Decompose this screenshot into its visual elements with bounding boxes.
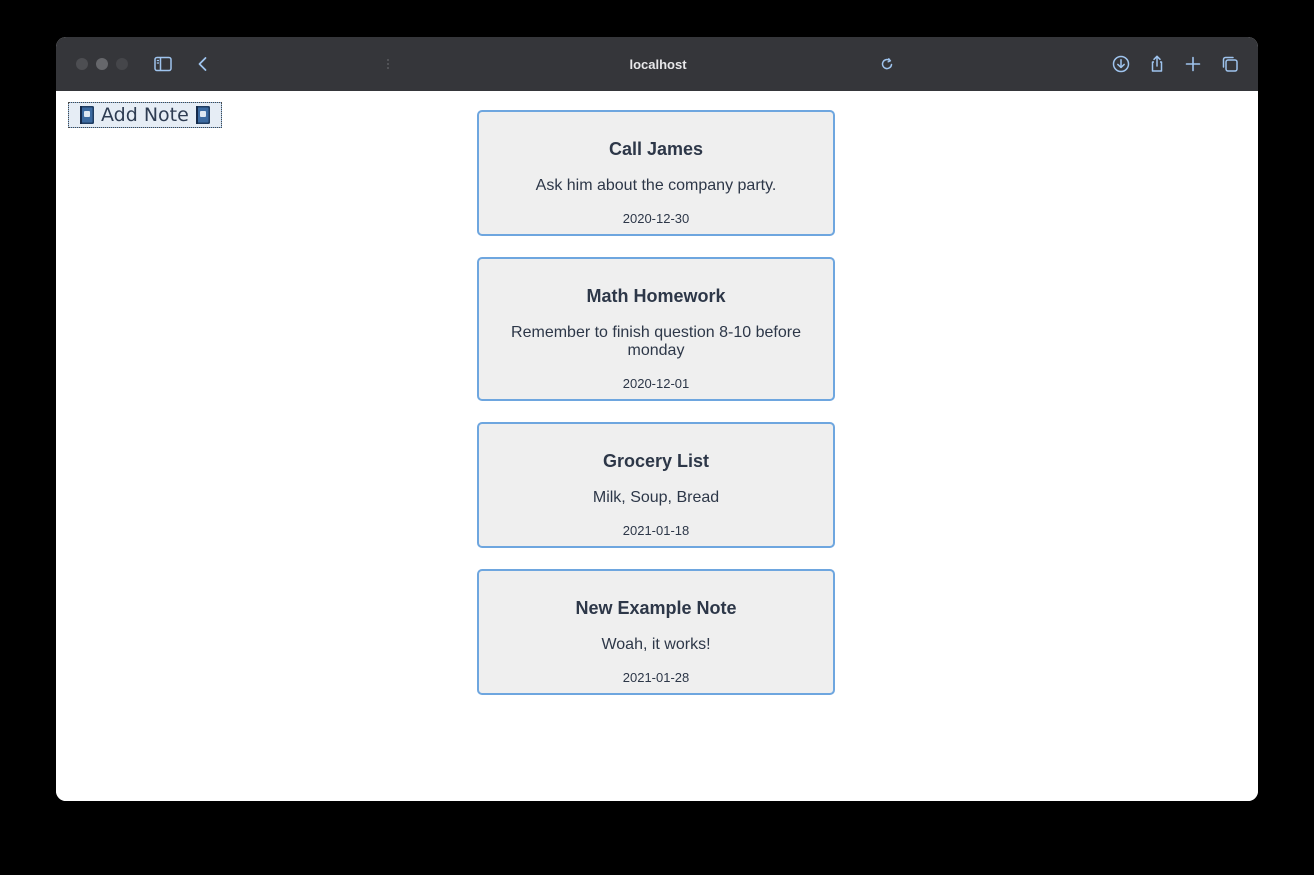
note-title: Call James: [608, 139, 704, 159]
note-date: 2021-01-18: [622, 523, 690, 538]
tabs-overview-icon[interactable]: [1219, 53, 1241, 75]
note-date: 2020-12-01: [622, 376, 690, 391]
note-card[interactable]: Call James Ask him about the company par…: [477, 110, 835, 236]
reload-icon[interactable]: [876, 53, 898, 75]
note-body: Woah, it works!: [601, 636, 711, 653]
add-note-label: Add Note: [101, 104, 189, 126]
note-card[interactable]: New Example Note Woah, it works! 2021-01…: [477, 569, 835, 695]
address-bar[interactable]: localhost: [356, 49, 960, 79]
note-body: Milk, Soup, Bread: [592, 489, 720, 506]
notes-list: Call James Ask him about the company par…: [477, 110, 837, 716]
chevron-left-icon[interactable]: [192, 53, 214, 75]
note-title: New Example Note: [575, 598, 737, 618]
minimize-window-button[interactable]: [96, 58, 108, 70]
add-note-button[interactable]: Add Note: [68, 102, 222, 128]
note-body: Remember to finish question 8-10 before …: [511, 324, 801, 359]
note-card[interactable]: Grocery List Milk, Soup, Bread 2021-01-1…: [477, 422, 835, 548]
download-icon[interactable]: [1110, 53, 1132, 75]
note-title: Math Homework: [586, 286, 726, 306]
book-icon: [195, 105, 211, 125]
note-date: 2021-01-28: [622, 670, 690, 685]
address-text: localhost: [629, 56, 687, 72]
zoom-window-button[interactable]: [116, 58, 128, 70]
page-content: Add Note Call James Ask him about the co…: [56, 91, 1258, 801]
note-title: Grocery List: [602, 451, 710, 471]
book-icon: [79, 105, 95, 125]
note-card[interactable]: Math Homework Remember to finish questio…: [477, 257, 835, 401]
note-date: 2020-12-30: [622, 211, 690, 226]
sidebar-icon[interactable]: [152, 53, 174, 75]
close-window-button[interactable]: [76, 58, 88, 70]
browser-window: localhost Add Note Call James Ask him ab…: [56, 37, 1258, 801]
plus-icon[interactable]: [1182, 53, 1204, 75]
share-icon[interactable]: [1146, 53, 1168, 75]
browser-toolbar: localhost: [56, 37, 1258, 91]
note-body: Ask him about the company party.: [535, 177, 777, 194]
